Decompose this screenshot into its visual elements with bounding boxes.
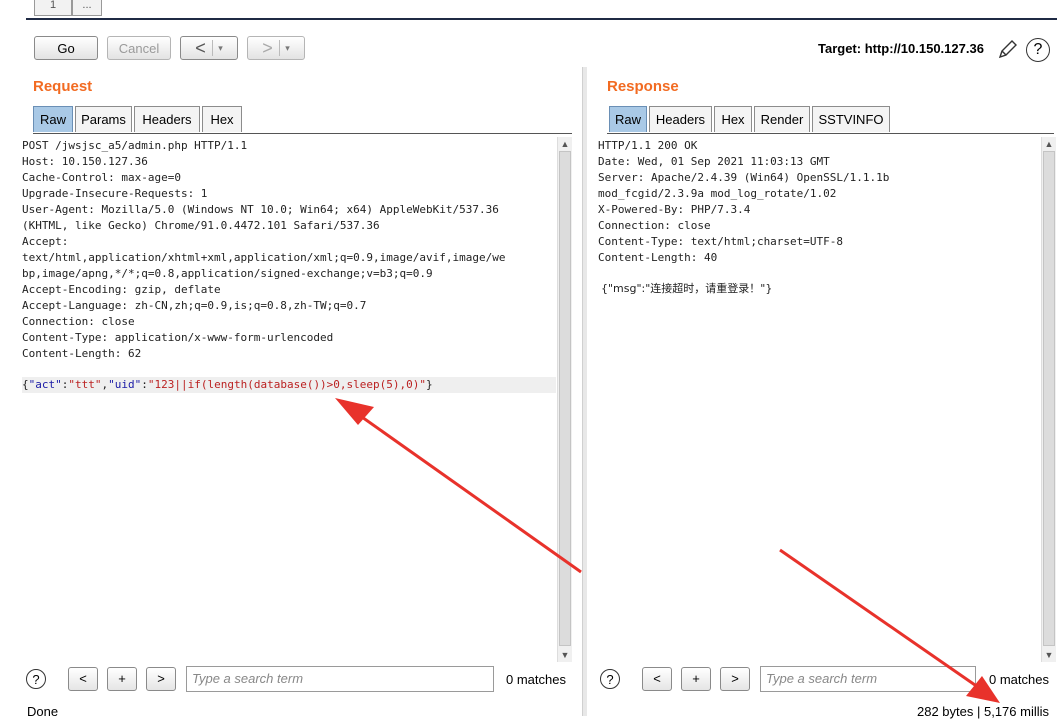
annotation-arrow-request — [351, 408, 582, 574]
annotation-arrow-response — [779, 548, 989, 696]
annotation-arrows — [335, 398, 1000, 703]
arrowhead-response-icon — [966, 676, 1000, 703]
